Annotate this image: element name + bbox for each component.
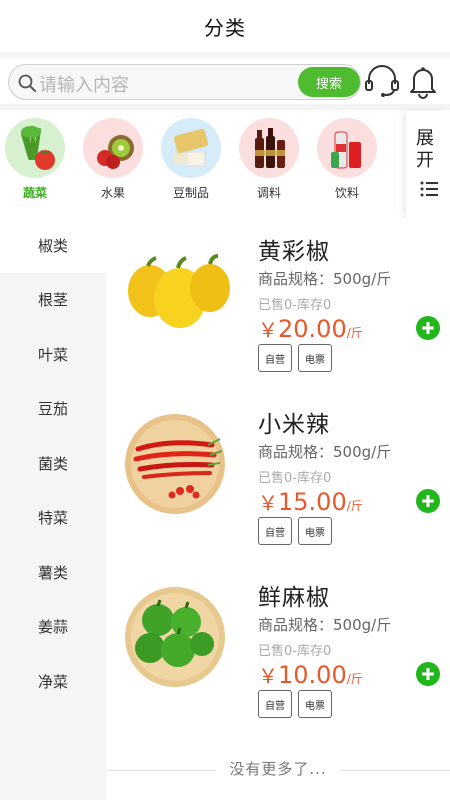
tag-e-invoice: 电票: [298, 690, 332, 718]
category-strip: 蔬菜 水果 豆制品 调料 饮料: [0, 110, 450, 218]
expand-label: 展开: [416, 128, 434, 171]
price-unit: /斤: [346, 499, 363, 513]
sidebar-item-potatoes[interactable]: 薯类: [0, 545, 106, 600]
category-label: 饮料: [334, 186, 359, 200]
price-value: 15.00: [278, 488, 347, 516]
drinks-image: [317, 118, 377, 178]
product-name: 黄彩椒: [258, 239, 330, 265]
search-bar-row: 请输入内容 搜索: [0, 58, 450, 104]
vegetables-image: [5, 118, 65, 178]
page-title: 分类: [204, 15, 246, 40]
sidebar-item-peppers[interactable]: 椒类: [0, 218, 106, 273]
price-currency: ￥: [258, 491, 278, 515]
category-label: 水果: [100, 186, 125, 200]
product-tags: 自营 电票: [258, 517, 332, 545]
tag-self-operated: 自营: [258, 690, 292, 718]
sidebar-item-roots[interactable]: 根茎: [0, 273, 106, 328]
tag-self-operated: 自营: [258, 517, 292, 545]
tag-e-invoice: 电票: [298, 517, 332, 545]
product-price: ￥20.00/斤: [258, 314, 363, 343]
product-tags: 自营 电票: [258, 344, 332, 372]
sidebar-item-leafy[interactable]: 叶菜: [0, 327, 106, 382]
price-value: 20.00: [278, 315, 347, 343]
expand-categories-button[interactable]: 展开: [406, 110, 450, 218]
product-name: 小米辣: [258, 412, 330, 438]
search-placeholder: 请输入内容: [39, 75, 129, 96]
product-price: ￥10.00/斤: [258, 660, 363, 689]
product-stock: 已售0-库存0: [258, 644, 332, 659]
customer-service-icon[interactable]: [363, 62, 401, 100]
category-label: 蔬菜: [22, 186, 47, 200]
fruit-image: [83, 118, 143, 178]
category-tofu[interactable]: 豆制品: [158, 118, 224, 201]
green-pepper-image: [125, 587, 225, 687]
sidebar-item-beans-eggplant[interactable]: 豆茄: [0, 382, 106, 437]
sidebar-item-prepped[interactable]: 净菜: [0, 654, 106, 709]
price-unit: /斤: [346, 672, 363, 686]
search-button[interactable]: 搜索: [298, 67, 360, 97]
category-label: 豆制品: [172, 186, 209, 200]
price-currency: ￥: [258, 318, 278, 342]
condiments-image: [239, 118, 299, 178]
sidebar-item-specialty[interactable]: 特菜: [0, 491, 106, 546]
product-spec: 商品规格：500g/斤: [258, 616, 392, 634]
product-list: 黄彩椒 商品规格：500g/斤 已售0-库存0 ￥20.00/斤 自营 电票 小…: [106, 218, 450, 800]
add-to-cart-button[interactable]: [416, 662, 440, 686]
category-vegetables[interactable]: 蔬菜: [2, 118, 68, 201]
search-input[interactable]: 请输入内容 搜索: [8, 64, 361, 100]
tofu-image: [161, 118, 221, 178]
category-fruit[interactable]: 水果: [80, 118, 146, 201]
product-spec: 商品规格：500g/斤: [258, 443, 392, 461]
price-unit: /斤: [346, 326, 363, 340]
no-more-text: 没有更多了...: [229, 760, 327, 778]
product-stock: 已售0-库存0: [258, 298, 332, 313]
divider: [340, 770, 450, 771]
sidebar-item-mushrooms[interactable]: 菌类: [0, 436, 106, 491]
tag-self-operated: 自营: [258, 344, 292, 372]
price-value: 10.00: [278, 661, 347, 689]
product-price: ￥15.00/斤: [258, 487, 363, 516]
category-condiments[interactable]: 调料: [236, 118, 302, 201]
sidebar-item-ginger-garlic[interactable]: 姜蒜: [0, 600, 106, 655]
product-card[interactable]: 小米辣 商品规格：500g/斤 已售0-库存0 ￥15.00/斤 自营 电票: [106, 391, 450, 564]
add-to-cart-button[interactable]: [416, 316, 440, 340]
search-icon: [18, 74, 36, 92]
app-header: 分类: [0, 0, 450, 52]
product-stock: 已售0-库存0: [258, 471, 332, 486]
yellow-pepper-image: [128, 254, 230, 328]
product-name: 鲜麻椒: [258, 585, 330, 611]
bell-icon[interactable]: [404, 62, 442, 100]
product-card[interactable]: 黄彩椒 商品规格：500g/斤 已售0-库存0 ￥20.00/斤 自营 电票: [106, 218, 450, 391]
price-currency: ￥: [258, 664, 278, 688]
product-spec: 商品规格：500g/斤: [258, 270, 392, 288]
chili-pepper-image: [125, 414, 225, 514]
list-icon: [420, 181, 438, 197]
category-drinks[interactable]: 饮料: [314, 118, 380, 201]
add-to-cart-button[interactable]: [416, 489, 440, 513]
category-label: 调料: [256, 186, 281, 200]
product-card[interactable]: 鲜麻椒 商品规格：500g/斤 已售0-库存0 ￥10.00/斤 自营 电票: [106, 564, 450, 737]
subcategory-sidebar: 椒类 根茎 叶菜 豆茄 菌类 特菜 薯类 姜蒜 净菜: [0, 218, 106, 800]
tag-e-invoice: 电票: [298, 344, 332, 372]
product-tags: 自营 电票: [258, 690, 332, 718]
